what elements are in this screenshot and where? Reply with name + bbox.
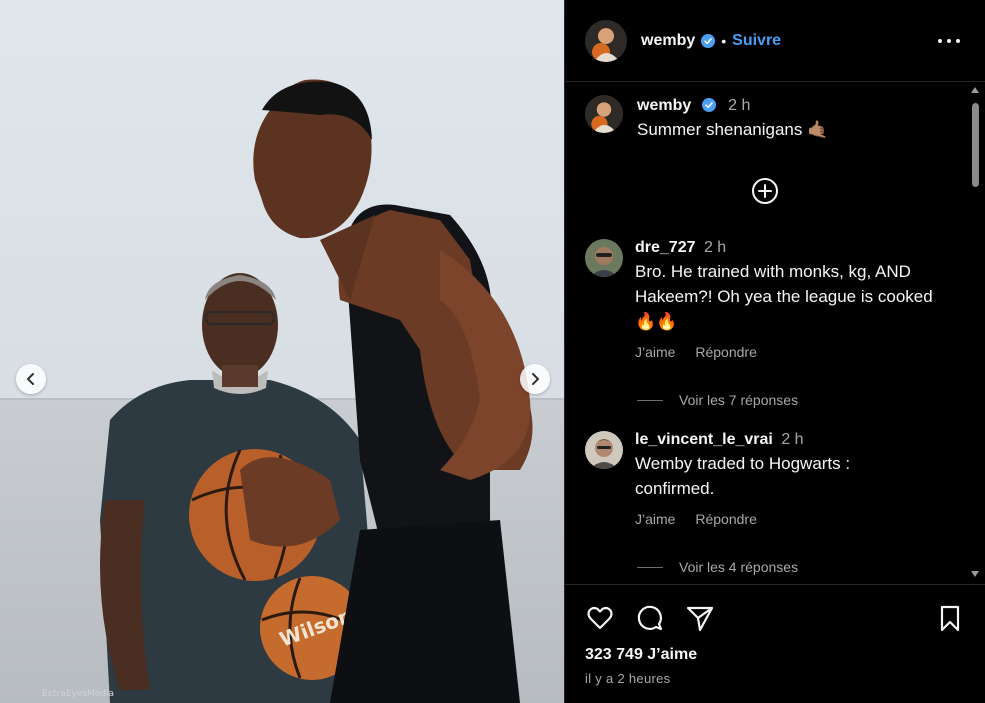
header-username[interactable]: wemby: [641, 32, 695, 50]
avatar-image-icon: [585, 19, 627, 62]
post-footer: 323 749 J’aime il y a 2 heures: [565, 584, 985, 703]
verified-badge-icon: [701, 98, 716, 112]
comments-scroll-area[interactable]: wemby 2 h Summer shenanigans 🤙🏽 dre_727 …: [565, 83, 985, 583]
header-separator: •: [721, 32, 727, 49]
replies-divider: [637, 566, 663, 568]
comments-scrollbar[interactable]: [968, 83, 982, 583]
comment-actions: J’aime Répondre: [635, 511, 955, 527]
carousel-prev-button[interactable]: [16, 364, 46, 394]
commenter-avatar-icon: [585, 431, 623, 469]
caption-avatar[interactable]: [585, 95, 623, 133]
photo-watermark: ExtraEyesMedia: [42, 689, 115, 699]
caption-username[interactable]: wemby: [637, 97, 691, 114]
comment-username[interactable]: le_vincent_le_vrai: [635, 431, 773, 448]
commenter-avatar-icon: [585, 239, 623, 277]
photo-scene: Wilson: [100, 79, 533, 703]
comment-actions: J’aime Répondre: [635, 344, 955, 360]
comment-text: Wemby traded to Hogwarts : confirmed.: [635, 454, 851, 498]
more-options-button[interactable]: [938, 32, 960, 50]
carousel-next-button[interactable]: [520, 364, 550, 394]
verified-badge-icon: [701, 33, 716, 48]
share-icon[interactable]: [685, 603, 715, 633]
comment-like-button[interactable]: J’aime: [635, 511, 675, 527]
avatar-image-icon: [585, 95, 623, 133]
plus-circle-icon[interactable]: [751, 177, 779, 205]
commenter-avatar[interactable]: [585, 431, 623, 469]
post-header: wemby • Suivre: [565, 0, 985, 82]
post-caption: wemby 2 h Summer shenanigans 🤙🏽: [585, 95, 828, 142]
comment-time[interactable]: 2 h: [704, 239, 726, 256]
scroll-down-icon[interactable]: [971, 571, 979, 577]
comment-item: dre_727 2 h Bro. He trained with monks, …: [585, 239, 955, 360]
chevron-left-icon: [27, 373, 34, 385]
view-replies-label: Voir les 4 réponses: [679, 559, 799, 575]
comment-icon[interactable]: [635, 603, 665, 633]
commenter-avatar[interactable]: [585, 239, 623, 277]
scrollbar-thumb[interactable]: [972, 103, 979, 187]
replies-divider: [637, 399, 663, 401]
comment-reply-button[interactable]: Répondre: [695, 511, 757, 527]
view-replies-button[interactable]: Voir les 7 réponses: [637, 392, 798, 408]
avatar[interactable]: [585, 19, 627, 62]
chevron-right-icon: [532, 373, 539, 385]
comment-text: Bro. He trained with monks, kg, AND Hake…: [635, 262, 933, 331]
heart-icon[interactable]: [585, 603, 615, 633]
scroll-up-icon[interactable]: [971, 87, 979, 93]
comment-username[interactable]: dre_727: [635, 239, 696, 256]
more-options-icon: [938, 39, 942, 43]
bookmark-icon[interactable]: [935, 603, 965, 633]
comment-reply-button[interactable]: Répondre: [695, 344, 757, 360]
view-replies-label: Voir les 7 réponses: [679, 392, 799, 408]
like-count[interactable]: 323 749 J’aime: [585, 646, 697, 664]
follow-button[interactable]: Suivre: [732, 32, 781, 50]
caption-text: Summer shenanigans 🤙🏽: [637, 120, 829, 139]
post-timestamp[interactable]: il y a 2 heures: [585, 671, 670, 686]
comment-time[interactable]: 2 h: [781, 431, 803, 448]
post-details-panel: wemby • Suivre wemby 2 h Summer shenanig…: [564, 0, 985, 703]
post-photo: Wilson ExtraEyesMedia: [0, 0, 564, 703]
comment-item: le_vincent_le_vrai 2 h Wemby traded to H…: [585, 431, 955, 527]
comment-like-button[interactable]: J’aime: [635, 344, 675, 360]
caption-time[interactable]: 2 h: [728, 97, 750, 114]
view-replies-button[interactable]: Voir les 4 réponses: [637, 559, 798, 575]
